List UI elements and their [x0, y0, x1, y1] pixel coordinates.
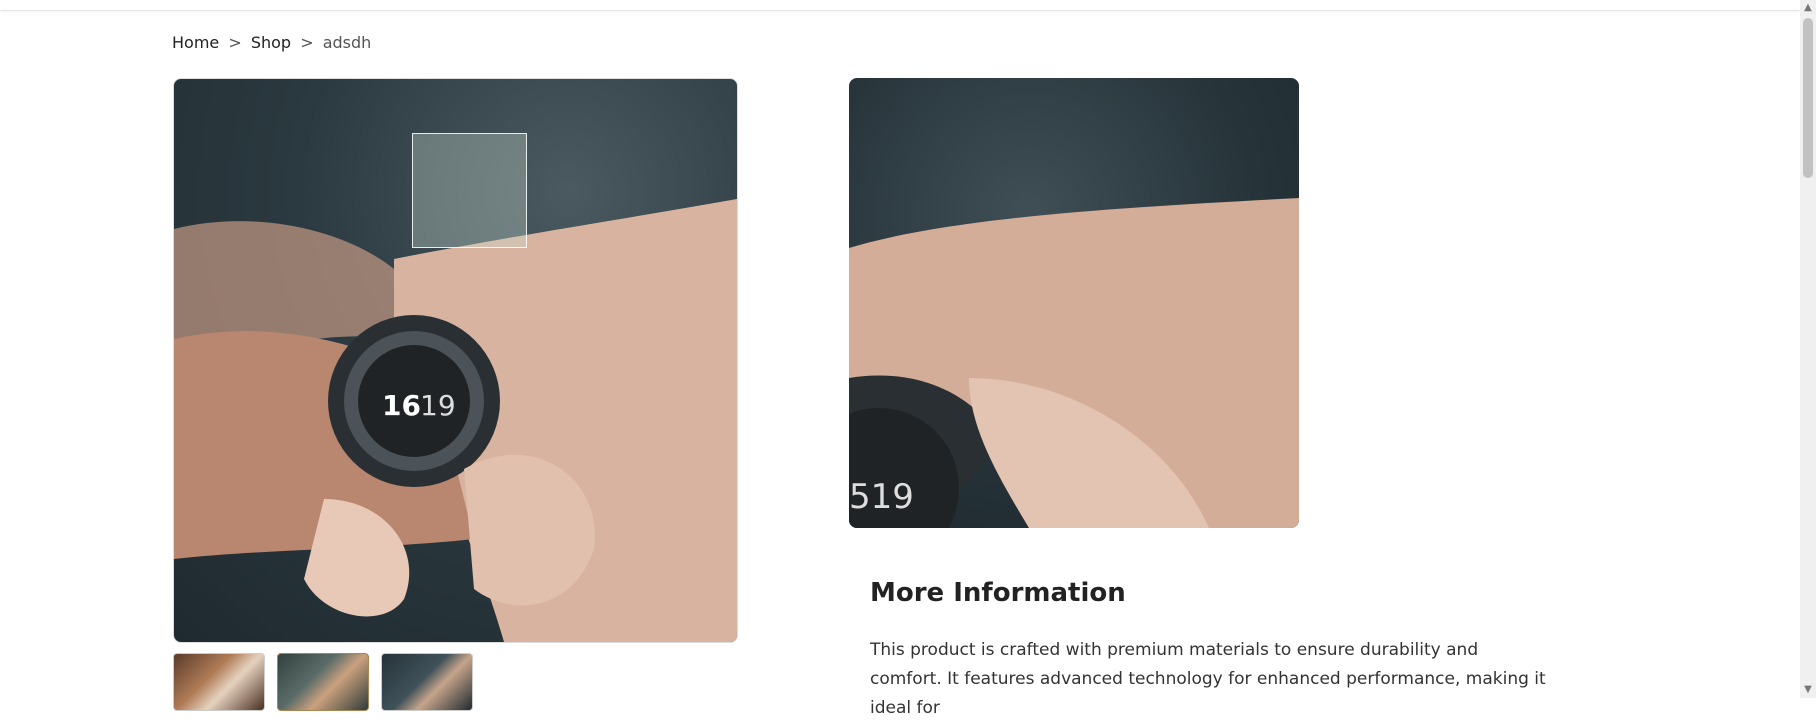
- zoom-lens[interactable]: [412, 133, 527, 248]
- product-main-image[interactable]: 16 19: [173, 78, 738, 643]
- breadcrumb: Home > Shop > adsdh: [172, 33, 371, 52]
- top-navbar: [0, 0, 1800, 11]
- scrollbar-thumb[interactable]: [1803, 18, 1813, 178]
- more-information-heading: More Information: [870, 578, 1126, 608]
- thumbnail-1[interactable]: [173, 653, 265, 711]
- thumbnail-strip: [173, 653, 473, 711]
- thumbnail-3[interactable]: [381, 653, 473, 711]
- scroll-up-arrow-icon[interactable]: ▲: [1800, 0, 1816, 16]
- breadcrumb-separator: >: [300, 33, 314, 52]
- page-scrollbar[interactable]: ▲ ▼: [1800, 0, 1816, 698]
- breadcrumb-home-link[interactable]: Home: [172, 33, 219, 52]
- breadcrumb-shop-link[interactable]: Shop: [251, 33, 291, 52]
- breadcrumb-current: adsdh: [322, 33, 372, 52]
- scroll-down-arrow-icon[interactable]: ▼: [1800, 682, 1816, 698]
- svg-text:19: 19: [420, 389, 456, 422]
- svg-text:519: 519: [849, 477, 914, 517]
- zoom-preview-image: 519: [849, 78, 1299, 528]
- svg-text:16: 16: [382, 389, 421, 422]
- thumbnail-2[interactable]: [277, 653, 369, 711]
- breadcrumb-separator: >: [228, 33, 242, 52]
- product-description: This product is crafted with premium mat…: [870, 640, 1546, 718]
- watch-photo-zoom-icon: 519: [849, 198, 1299, 528]
